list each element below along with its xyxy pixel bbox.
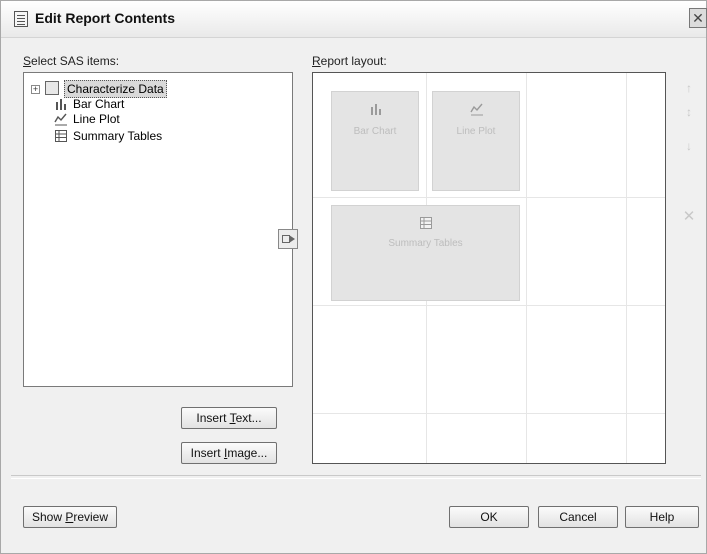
line-plot-icon [54,113,67,126]
tree-item-label: Summary Tables [73,129,163,143]
bar-chart-icon [56,99,66,110]
task-folder-icon [45,81,59,95]
tree-item-label: Bar Chart [73,97,125,111]
move-down-icon[interactable]: ↓ [679,139,699,153]
grid-line [313,197,665,198]
grid-line [313,413,665,414]
layout-cell-label: Summary Tables [388,238,463,249]
layout-cell-label: Bar Chart [353,126,397,137]
layout-cell-bar-chart[interactable]: Bar Chart [331,91,419,191]
delete-icon[interactable]: ✕ [679,207,699,225]
report-layout-label: Report layout: [312,54,387,68]
ok-button[interactable]: OK [449,506,529,528]
reorder-icon[interactable]: ↕ [679,105,699,119]
insert-image-button[interactable]: Insert Image... [181,442,277,464]
grid-line [313,305,665,306]
move-up-icon[interactable]: ↑ [679,81,699,95]
bar-chart-icon [371,104,381,115]
tree-item-label: Line Plot [73,112,120,126]
close-button[interactable]: ✕ [689,8,707,28]
layout-cell-line-plot[interactable]: Line Plot [432,91,520,191]
layout-side-toolbar: ↑ ↕ ↓ ✕ [679,81,699,241]
dialog-title: Edit Report Contents [35,10,175,26]
report-layout-grid[interactable]: Bar Chart Line Plot Summary Tables [312,72,666,464]
add-to-layout-button[interactable] [278,229,298,249]
layout-cell-summary-tables[interactable]: Summary Tables [331,205,520,301]
show-preview-button[interactable]: Show Preview [23,506,117,528]
line-plot-icon [470,103,483,116]
select-sas-items-label: Select SAS items: [23,54,120,68]
table-icon [420,217,432,229]
table-icon [55,130,67,142]
expand-toggle-icon[interactable]: + [31,85,40,94]
insert-text-button[interactable]: Insert Text... [181,407,277,429]
grid-line [626,73,627,463]
title-bar[interactable]: Edit Report Contents ✕ [1,1,707,38]
cancel-button[interactable]: Cancel [538,506,618,528]
grid-line [526,73,527,463]
sas-items-tree[interactable]: + Characterize Data Bar Chart Line Plot [23,72,293,387]
footer-separator [11,475,701,479]
report-document-icon [14,11,28,27]
layout-cell-label: Line Plot [456,126,496,137]
edit-report-contents-dialog: Edit Report Contents ✕ Select SAS items:… [0,0,707,554]
help-button[interactable]: Help [625,506,699,528]
